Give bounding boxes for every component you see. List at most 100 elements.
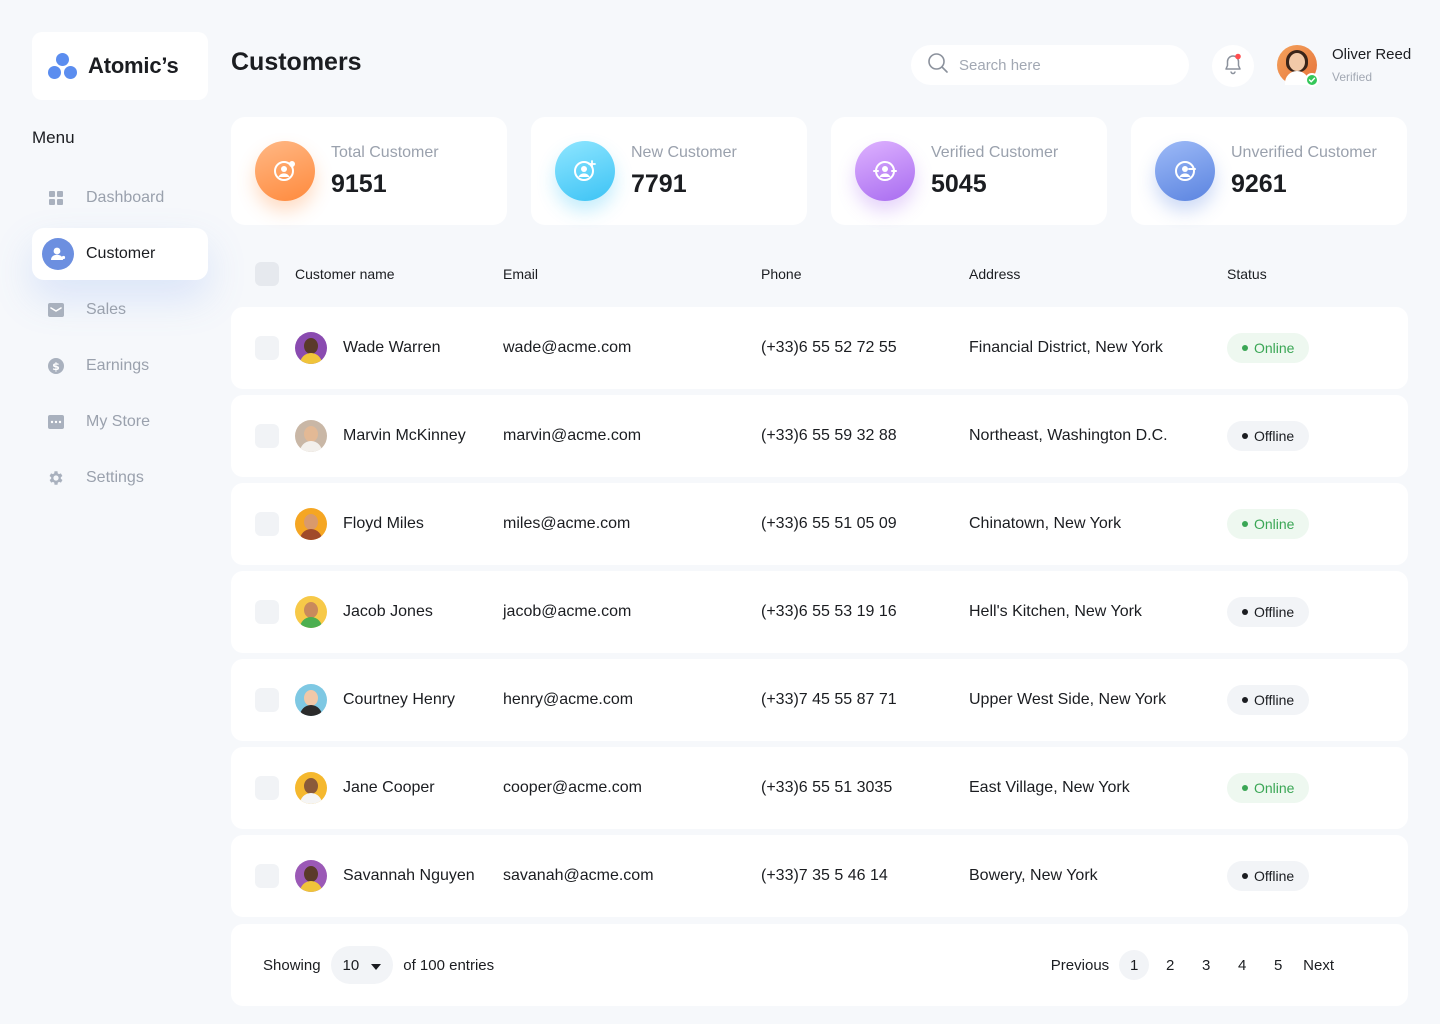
customer-name: Courtney Henry	[343, 691, 456, 708]
store-icon	[46, 412, 66, 432]
customer-email: cooper@acme.com	[503, 779, 642, 796]
status-text: Online	[1254, 516, 1295, 532]
stat-value: 7791	[631, 169, 687, 198]
search-bar[interactable]	[911, 45, 1189, 85]
avatar	[295, 508, 327, 540]
customer-address: Upper West Side, New York	[969, 691, 1167, 708]
status-dot	[1242, 873, 1248, 879]
user-icon	[42, 238, 74, 270]
customer-email: marvin@acme.com	[503, 427, 642, 444]
table-row[interactable]: Floyd Miles miles@acme.com (+33)6 55 51 …	[231, 483, 1408, 565]
stat-value: 9261	[1231, 169, 1287, 198]
customer-name: Savannah Nguyen	[343, 867, 475, 884]
dollar-icon: $	[46, 356, 66, 376]
brand-logo[interactable]: Atomic’s	[32, 32, 208, 100]
sidebar-item-settings[interactable]: Settings	[32, 452, 208, 504]
status-dot	[1242, 521, 1248, 527]
table-row[interactable]: Marvin McKinney marvin@acme.com (+33)6 5…	[231, 395, 1408, 477]
status-text: Online	[1254, 340, 1295, 356]
menu-title: Menu	[32, 128, 75, 147]
table-row[interactable]: Courtney Henry henry@acme.com (+33)7 45 …	[231, 659, 1408, 741]
header-email[interactable]: Email	[503, 266, 538, 282]
status-text: Offline	[1254, 868, 1295, 884]
header-address[interactable]: Address	[969, 266, 1020, 282]
user-unverified-icon	[1155, 141, 1215, 201]
status-cell: Offline	[1227, 861, 1310, 891]
customer-name: Jacob Jones	[343, 603, 433, 620]
user-gear-icon	[255, 141, 315, 201]
row-checkbox[interactable]	[255, 336, 279, 360]
stat-card-total: Total Customer 9151	[231, 117, 507, 225]
brand-name: Atomic’s	[88, 53, 179, 78]
row-checkbox[interactable]	[255, 864, 279, 888]
customer-cell: Wade Warren	[295, 332, 441, 364]
customer-address: Chinatown, New York	[969, 515, 1122, 532]
customer-phone: (+33)6 55 51 05 09	[761, 515, 897, 532]
customer-phone: (+33)7 35 5 46 14	[761, 867, 888, 884]
previous-page-button[interactable]: Previous	[1047, 957, 1113, 974]
customer-email: henry@acme.com	[503, 691, 634, 708]
page-1-button[interactable]: 1	[1119, 950, 1150, 980]
avatar	[295, 772, 327, 804]
sidebar-item-customer[interactable]: Customer	[32, 228, 208, 280]
sidebar-item-my-store[interactable]: My Store	[32, 396, 208, 448]
status-text: Offline	[1254, 604, 1295, 620]
customer-phone: (+33)7 45 55 87 71	[761, 691, 897, 708]
user-add-icon	[555, 141, 615, 201]
customer-address: East Village, New York	[969, 779, 1130, 796]
stat-value: 9151	[331, 169, 387, 198]
row-checkbox[interactable]	[255, 424, 279, 448]
caret-down-icon	[371, 957, 382, 974]
row-checkbox[interactable]	[255, 600, 279, 624]
sidebar-item-label: Sales	[86, 301, 127, 318]
stat-label: Total Customer	[331, 143, 439, 161]
stat-label: New Customer	[631, 143, 737, 161]
per-page-value: 10	[342, 956, 360, 974]
page-2-button[interactable]: 2	[1155, 950, 1185, 980]
page-3-button[interactable]: 3	[1191, 950, 1221, 980]
avatar	[295, 684, 327, 716]
svg-text:$: $	[52, 360, 60, 373]
table-row[interactable]: Savannah Nguyen savanah@acme.com (+33)7 …	[231, 835, 1408, 917]
inbox-icon	[46, 300, 66, 320]
user-avatar[interactable]	[1277, 45, 1319, 87]
customer-cell: Jane Cooper	[295, 772, 435, 804]
header-phone[interactable]: Phone	[761, 266, 801, 282]
header-customer-name[interactable]: Customer name	[295, 266, 395, 282]
status-badge: Online	[1227, 773, 1310, 803]
row-checkbox[interactable]	[255, 688, 279, 712]
customer-table: Wade Warren wade@acme.com (+33)6 55 52 7…	[231, 307, 1408, 923]
next-page-button[interactable]: Next	[1299, 957, 1338, 974]
customer-email: savanah@acme.com	[503, 867, 654, 884]
status-badge: Offline	[1227, 861, 1310, 891]
page-4-button[interactable]: 4	[1227, 950, 1257, 980]
search-input[interactable]	[959, 56, 1159, 74]
table-row[interactable]: Jacob Jones jacob@acme.com (+33)6 55 53 …	[231, 571, 1408, 653]
atom-logo-icon	[48, 53, 78, 79]
table-row[interactable]: Wade Warren wade@acme.com (+33)6 55 52 7…	[231, 307, 1408, 389]
status-cell: Offline	[1227, 421, 1310, 451]
stats-cards: Total Customer 9151 New Customer 7791 Ve…	[231, 117, 1407, 225]
table-row[interactable]: Jane Cooper cooper@acme.com (+33)6 55 51…	[231, 747, 1408, 829]
sidebar-item-sales[interactable]: Sales	[32, 284, 208, 336]
customer-email: wade@acme.com	[503, 339, 632, 356]
select-all-checkbox[interactable]	[255, 262, 279, 286]
sidebar-item-label: Settings	[86, 469, 144, 486]
per-page-select[interactable]: 10	[330, 946, 394, 984]
customer-address: Bowery, New York	[969, 867, 1098, 884]
status-badge: Online	[1227, 509, 1310, 539]
header-status[interactable]: Status	[1227, 266, 1267, 282]
notifications-button[interactable]	[1212, 45, 1254, 87]
stat-label: Unverified Customer	[1231, 143, 1377, 161]
row-checkbox[interactable]	[255, 776, 279, 800]
sidebar-item-dashboard[interactable]: Dashboard	[32, 172, 208, 224]
customer-cell: Jacob Jones	[295, 596, 433, 628]
status-dot	[1242, 609, 1248, 615]
customer-cell: Floyd Miles	[295, 508, 424, 540]
sidebar-item-earnings[interactable]: $ Earnings	[32, 340, 208, 392]
entries-label: of 100 entries	[403, 956, 495, 974]
page-5-button[interactable]: 5	[1263, 950, 1293, 980]
row-checkbox[interactable]	[255, 512, 279, 536]
gear-icon	[46, 468, 66, 488]
search-icon	[927, 52, 949, 79]
